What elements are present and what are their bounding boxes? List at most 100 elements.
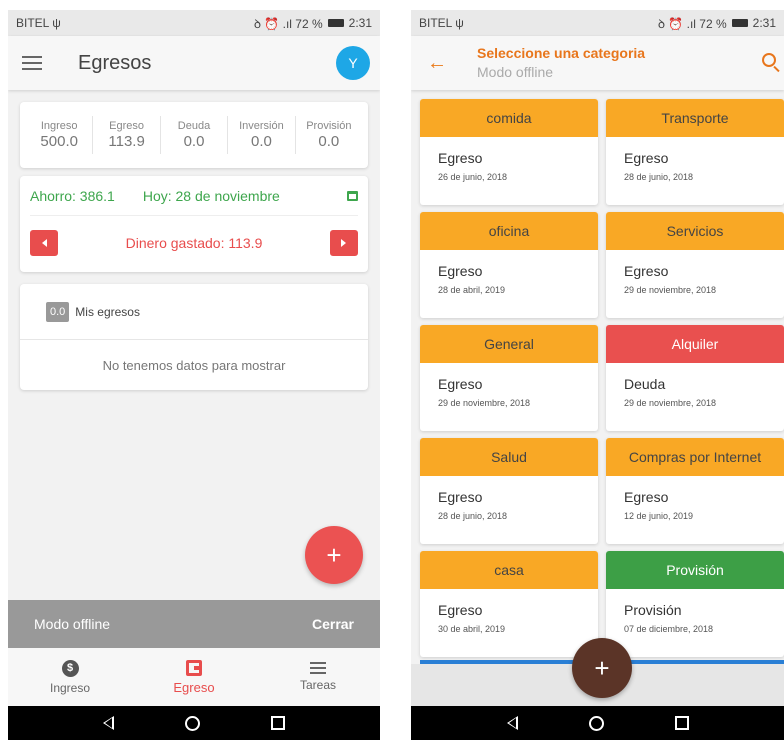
today-date: Hoy: 28 de noviembre: [142, 187, 280, 204]
category-card[interactable]: Servicios Egreso 29 de noviembre, 2018: [606, 212, 784, 318]
nav-label: Tareas: [299, 678, 337, 692]
offline-banner: Modo offline Cerrar: [8, 600, 380, 648]
status-indicators: ꝺ ⏰ .ıl 72 %: [657, 16, 727, 31]
clock: 2:31: [348, 16, 372, 30]
dollar-icon: $: [61, 659, 79, 677]
category-card[interactable]: Transporte Egreso 28 de junio, 2018: [606, 99, 784, 205]
summary-provision: Provisión 0.0: [296, 116, 362, 154]
category-type: Provisión: [624, 602, 682, 618]
category-card[interactable]: Salud Egreso 28 de junio, 2018: [420, 438, 598, 544]
category-name: Transporte: [606, 99, 784, 137]
category-card[interactable]: casa Egreso 30 de abril, 2019: [420, 551, 598, 657]
next-button[interactable]: [329, 230, 358, 256]
status-bar: BITEL ψ ꝺ ⏰ .ıl 72 % 2:31: [411, 10, 784, 36]
category-card[interactable]: Alquiler Deuda 29 de noviembre, 2018: [606, 325, 784, 431]
status-indicators: ꝺ ⏰ .ıl 72 %: [253, 16, 323, 31]
summary-label: Provisión: [306, 120, 352, 132]
category-date: 12 de junio, 2019: [624, 511, 694, 521]
nav-tareas[interactable]: Tareas: [256, 648, 380, 706]
list-title: Mis egresos: [75, 304, 140, 319]
summary-label: Ingreso: [40, 120, 78, 132]
category-date: 29 de noviembre, 2018: [624, 285, 717, 295]
category-date: 29 de noviembre, 2018: [438, 398, 531, 408]
category-card[interactable]: Compras por Internet Egreso 12 de junio, 2…: [606, 438, 784, 544]
category-date: 07 de diciembre, 2018: [624, 624, 714, 634]
category-type: Egreso: [624, 263, 669, 279]
category-name: Servicios: [606, 212, 784, 250]
category-type: Egreso: [438, 150, 483, 166]
previous-button[interactable]: [30, 230, 58, 256]
category-date: 30 de abril, 2019: [438, 624, 506, 634]
category-date: 29 de noviembre, 2018: [624, 398, 717, 408]
category-name: Salud: [420, 438, 598, 476]
category-name: Alquiler: [606, 325, 784, 363]
nav-egreso[interactable]: Egreso: [132, 648, 256, 706]
money-spent: Dinero gastado: 113.9: [125, 235, 263, 251]
list-icon: [310, 662, 326, 674]
summary-label: Deuda: [177, 120, 211, 132]
calendar-icon[interactable]: [347, 190, 358, 201]
back-arrow-icon[interactable]: ←: [427, 52, 447, 75]
category-card[interactable]: comida Egreso 26 de junio, 2018: [420, 99, 598, 205]
summary-egreso: Egreso 113.9: [93, 116, 161, 154]
summary-inversion: Inversión 0.0: [228, 116, 296, 154]
carrier-label: BITEL ψ: [16, 16, 61, 30]
add-category-button[interactable]: +: [572, 638, 632, 698]
category-name: Provisión: [606, 551, 784, 589]
app-bar: ← Seleccione una categoria Modo offline: [411, 36, 784, 90]
recents-icon[interactable]: [270, 716, 285, 730]
close-offline-button[interactable]: Cerrar: [312, 616, 354, 632]
empty-message: No tenemos datos para mostrar: [102, 357, 286, 373]
egresos-screen: BITEL ψ ꝺ ⏰ .ıl 72 % 2:31 Egresos Y Ingr…: [8, 10, 380, 740]
battery-icon: [327, 19, 344, 27]
category-date: 28 de junio, 2018: [624, 172, 694, 182]
battery-icon: [731, 19, 748, 27]
summary-value: 500.0: [40, 133, 78, 150]
category-date: 26 de junio, 2018: [438, 172, 508, 182]
summary-value: 0.0: [250, 133, 272, 150]
category-name: casa: [420, 551, 598, 589]
category-grid: comida Egreso 26 de junio, 2018 Transporte E…: [420, 99, 784, 657]
clock: 2:31: [752, 16, 776, 30]
total-badge: 0.0: [46, 301, 70, 322]
wallet-icon: [186, 659, 202, 676]
summary-label: Egreso: [109, 120, 145, 132]
back-icon[interactable]: [506, 716, 518, 730]
category-type: Egreso: [438, 376, 483, 392]
chevron-left-icon: [41, 239, 47, 247]
menu-icon[interactable]: [22, 56, 42, 70]
app-bar: Egresos Y: [8, 36, 380, 90]
category-card[interactable]: Provisión Provisión 07 de diciembre, 2018: [606, 551, 784, 657]
home-icon[interactable]: [184, 715, 200, 731]
home-icon[interactable]: [588, 715, 604, 731]
chevron-right-icon: [341, 239, 347, 247]
egresos-list-card: 0.0 Mis egresos No tenemos datos para mo…: [20, 284, 368, 390]
search-icon[interactable]: [762, 53, 776, 67]
page-title: Egresos: [78, 51, 152, 74]
category-select-screen: BITEL ψ ꝺ ⏰ .ıl 72 % 2:31 ← Seleccione u…: [411, 10, 784, 740]
category-card[interactable]: General Egreso 29 de noviembre, 2018: [420, 325, 598, 431]
category-date: 28 de abril, 2019: [438, 285, 506, 295]
avatar[interactable]: Y: [336, 46, 370, 80]
summary-value: 113.9: [108, 133, 145, 150]
add-button[interactable]: +: [305, 526, 363, 584]
summary-deuda: Deuda 0.0: [161, 116, 229, 154]
page-subtitle: Modo offline: [477, 64, 554, 80]
summary-value: 0.0: [318, 133, 340, 150]
nav-label: Ingreso: [49, 680, 91, 695]
summary-label: Inversión: [239, 120, 284, 132]
category-name: comida: [420, 99, 598, 137]
category-name: oficina: [420, 212, 598, 250]
category-type: Egreso: [438, 489, 483, 505]
category-card[interactable]: oficina Egreso 28 de abril, 2019: [420, 212, 598, 318]
carrier-label: BITEL ψ: [419, 16, 464, 30]
category-name: Compras por Internet: [606, 438, 784, 476]
summary-card: Ingreso 500.0 Egreso 113.9 Deuda 0.0 Invers…: [20, 102, 368, 168]
recents-icon[interactable]: [674, 716, 689, 730]
back-icon[interactable]: [103, 716, 115, 730]
nav-ingreso[interactable]: $ Ingreso: [8, 648, 132, 706]
ahorro-card: Ahorro: 386.1 Hoy: 28 de noviembre Diner…: [20, 176, 368, 272]
nav-label: Egreso: [173, 679, 215, 695]
summary-ingreso: Ingreso 500.0: [26, 116, 94, 154]
status-bar: BITEL ψ ꝺ ⏰ .ıl 72 % 2:31: [8, 10, 380, 36]
